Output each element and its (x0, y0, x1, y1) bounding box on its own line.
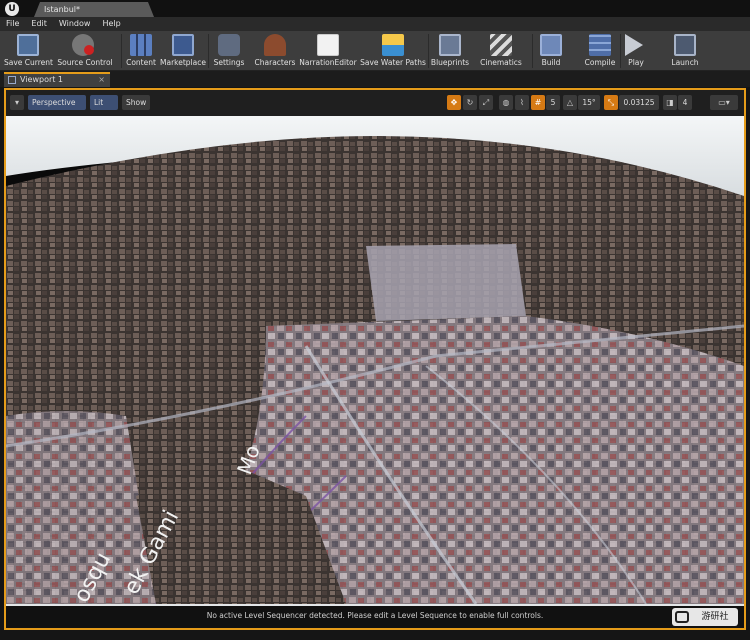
narration-editor-button[interactable]: NarrationEditor (298, 31, 358, 71)
scale-snap-icon[interactable]: ⤡ (604, 95, 618, 110)
unreal-logo-icon: U (5, 2, 19, 16)
level-tab[interactable]: Istanbul* (34, 2, 154, 17)
content-button[interactable]: Content (124, 31, 158, 71)
settings-button[interactable]: Settings (211, 31, 247, 71)
source-control-disabled-icon (84, 45, 94, 55)
scale-mode-icon[interactable]: ⤢ (479, 95, 493, 110)
compile-button[interactable]: Compile (582, 31, 618, 71)
perspective-button[interactable]: Perspective (28, 95, 86, 110)
main-toolbar: Save Current Source Control ▾ Content Ma… (0, 31, 750, 80)
translate-mode-icon[interactable]: ✥ (447, 95, 461, 110)
marketplace-button[interactable]: Marketplace (160, 31, 206, 71)
title-bar: U Istanbul* (0, 0, 750, 17)
city-scene: Mo ek Gami osqu (6, 136, 744, 604)
scale-snap-value[interactable]: 0.03125 (619, 95, 659, 110)
cinematics-button[interactable]: Cinematics (478, 31, 524, 71)
watermark-logo-icon (675, 611, 689, 623)
tab-viewport-1[interactable]: Viewport 1 × (4, 72, 110, 87)
menu-window[interactable]: Window (53, 17, 97, 31)
characters-button[interactable]: Characters (254, 31, 296, 71)
show-button[interactable]: Show (122, 95, 150, 110)
play-button[interactable]: Play (622, 31, 650, 71)
world-space-icon[interactable]: ◍ (499, 95, 513, 110)
watermark: 游研社 (672, 608, 738, 626)
layout-menu-icon[interactable]: ▭▾ (710, 95, 738, 110)
viewport-status-bar: No active Level Sequencer detected. Plea… (6, 606, 744, 628)
viewport-tab-row: Viewport 1 × (0, 71, 750, 87)
viewport-icon (8, 76, 16, 84)
camera-speed-value[interactable]: 4 (678, 95, 692, 110)
build-icon (540, 34, 562, 56)
launch-button[interactable]: Launch (668, 31, 702, 71)
character-icon (264, 34, 286, 56)
blueprints-icon (439, 34, 461, 56)
surface-snap-icon[interactable]: ⌇ (515, 95, 529, 110)
clapperboard-icon (490, 34, 512, 56)
launch-icon (674, 34, 696, 56)
save-icon (17, 34, 39, 56)
menu-help[interactable]: Help (96, 17, 126, 31)
lit-button[interactable]: Lit (90, 95, 118, 110)
rotate-mode-icon[interactable]: ↻ (463, 95, 477, 110)
rotation-snap-value[interactable]: 15° (578, 95, 600, 110)
blueprints-button[interactable]: Blueprints (430, 31, 470, 71)
narration-editor-icon (317, 34, 339, 56)
menu-file[interactable]: File (0, 17, 25, 31)
water-paths-icon (382, 34, 404, 56)
sequencer-message: No active Level Sequencer detected. Plea… (206, 611, 544, 620)
grid-snap-value[interactable]: 5 (546, 95, 560, 110)
gear-icon (218, 34, 240, 56)
marketplace-icon (172, 34, 194, 56)
viewport-options-icon[interactable]: ▾ (10, 95, 24, 110)
save-current-button[interactable]: Save Current (4, 31, 53, 71)
play-icon (625, 34, 643, 56)
compile-icon (589, 34, 611, 56)
viewport-toolbar: ▾ Perspective Lit Show ✥ ↻ ⤢ ◍ ⌇ # 5 △ 1… (6, 90, 744, 116)
build-button[interactable]: Build (536, 31, 566, 71)
save-water-paths-button[interactable]: Save Water Paths (360, 31, 426, 71)
menu-edit[interactable]: Edit (25, 17, 53, 31)
content-browser-icon (130, 34, 152, 56)
camera-speed-icon[interactable]: ◨ (663, 95, 677, 110)
rotation-snap-icon[interactable]: △ (563, 95, 577, 110)
level-viewport[interactable]: ▾ Perspective Lit Show ✥ ↻ ⤢ ◍ ⌇ # 5 △ 1… (4, 88, 746, 630)
close-tab-icon[interactable]: × (98, 74, 105, 86)
grid-snap-icon[interactable]: # (531, 95, 545, 110)
source-control-button[interactable]: Source Control (56, 31, 114, 71)
menu-bar: File Edit Window Help (0, 17, 750, 31)
